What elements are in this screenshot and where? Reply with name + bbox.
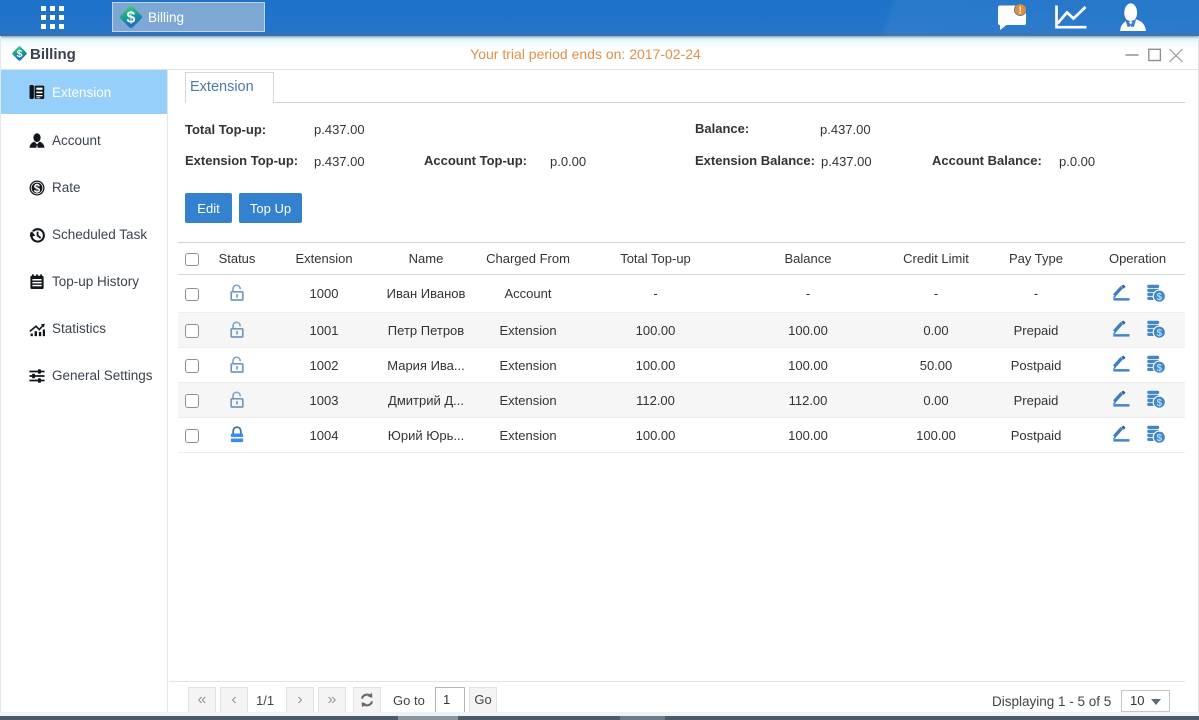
svg-text:$: $: [1156, 398, 1162, 409]
svg-text:$: $: [1156, 328, 1162, 339]
svg-text:!: !: [1019, 5, 1023, 17]
svg-text:$: $: [1156, 292, 1162, 303]
svg-text:$: $: [34, 183, 41, 195]
svg-text:$: $: [1156, 433, 1162, 444]
svg-text:$: $: [1156, 363, 1162, 374]
svg-text:$: $: [127, 10, 136, 27]
